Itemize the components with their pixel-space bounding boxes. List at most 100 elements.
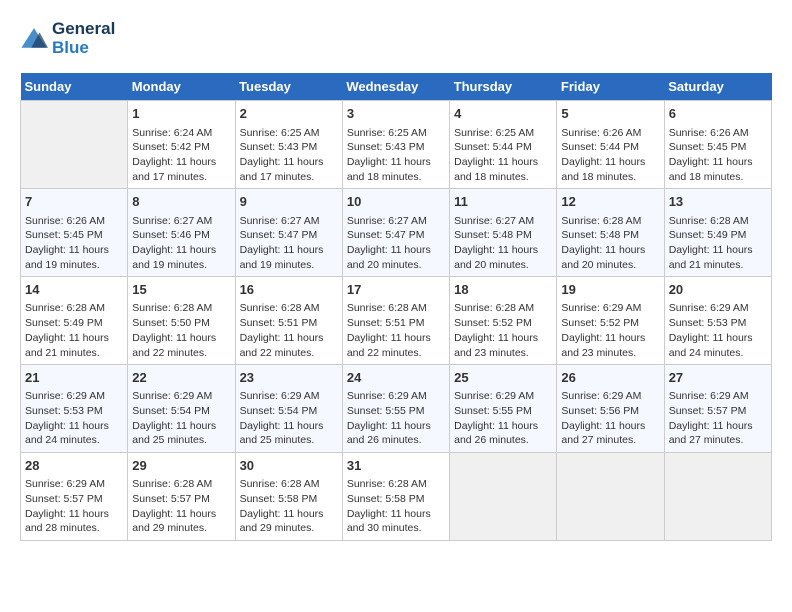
- calendar-cell: 4 Sunrise: 6:25 AM Sunset: 5:44 PM Dayli…: [450, 101, 557, 189]
- calendar-cell: [664, 453, 771, 541]
- day-number: 23: [240, 369, 338, 387]
- sunset-time: 5:43 PM: [278, 141, 317, 153]
- sunset-label: Sunset:: [669, 405, 708, 417]
- calendar-cell: 15 Sunrise: 6:28 AM Sunset: 5:50 PM Dayl…: [128, 277, 235, 365]
- sunset-label: Sunset:: [347, 405, 386, 417]
- sunrise-label: Sunrise:: [347, 302, 388, 314]
- sunrise-time: 6:29 AM: [603, 390, 642, 402]
- sunset-label: Sunset:: [561, 405, 600, 417]
- sunset-label: Sunset:: [132, 141, 171, 153]
- day-number: 25: [454, 369, 552, 387]
- sunset-label: Sunset:: [454, 405, 493, 417]
- sunset-time: 5:46 PM: [171, 229, 210, 241]
- calendar-cell: 9 Sunrise: 6:27 AM Sunset: 5:47 PM Dayli…: [235, 189, 342, 277]
- sunset-time: 5:55 PM: [385, 405, 424, 417]
- sunrise-time: 6:29 AM: [496, 390, 535, 402]
- daylight-label: Daylight: 11 hours and 27 minutes.: [561, 420, 645, 447]
- calendar-cell: 8 Sunrise: 6:27 AM Sunset: 5:46 PM Dayli…: [128, 189, 235, 277]
- week-row-3: 14 Sunrise: 6:28 AM Sunset: 5:49 PM Dayl…: [21, 277, 772, 365]
- sunset-time: 5:42 PM: [171, 141, 210, 153]
- sunset-label: Sunset:: [454, 317, 493, 329]
- sunset-label: Sunset:: [347, 493, 386, 505]
- sunset-time: 5:53 PM: [64, 405, 103, 417]
- sunset-label: Sunset:: [132, 493, 171, 505]
- calendar-cell: 26 Sunrise: 6:29 AM Sunset: 5:56 PM Dayl…: [557, 365, 664, 453]
- weekday-header-row: SundayMondayTuesdayWednesdayThursdayFrid…: [21, 73, 772, 101]
- daylight-label: Daylight: 11 hours and 23 minutes.: [561, 332, 645, 359]
- sunrise-label: Sunrise:: [240, 127, 281, 139]
- day-info: Sunrise: 6:28 AM Sunset: 5:58 PM Dayligh…: [347, 477, 445, 536]
- sunset-label: Sunset:: [240, 317, 279, 329]
- sunset-label: Sunset:: [240, 229, 279, 241]
- sunset-time: 5:48 PM: [600, 229, 639, 241]
- day-info: Sunrise: 6:27 AM Sunset: 5:46 PM Dayligh…: [132, 214, 230, 273]
- weekday-header-tuesday: Tuesday: [235, 73, 342, 101]
- week-row-1: 1 Sunrise: 6:24 AM Sunset: 5:42 PM Dayli…: [21, 101, 772, 189]
- sunrise-time: 6:29 AM: [710, 302, 749, 314]
- sunset-time: 5:49 PM: [707, 229, 746, 241]
- sunrise-time: 6:27 AM: [388, 215, 427, 227]
- sunrise-label: Sunrise:: [347, 478, 388, 490]
- sunrise-time: 6:26 AM: [66, 215, 105, 227]
- sunrise-time: 6:28 AM: [388, 478, 427, 490]
- day-number: 18: [454, 281, 552, 299]
- day-number: 12: [561, 193, 659, 211]
- daylight-label: Daylight: 11 hours and 23 minutes.: [454, 332, 538, 359]
- sunset-time: 5:44 PM: [600, 141, 639, 153]
- day-info: Sunrise: 6:26 AM Sunset: 5:44 PM Dayligh…: [561, 126, 659, 185]
- day-number: 14: [25, 281, 123, 299]
- weekday-header-thursday: Thursday: [450, 73, 557, 101]
- sunrise-label: Sunrise:: [454, 215, 495, 227]
- daylight-label: Daylight: 11 hours and 20 minutes.: [561, 244, 645, 271]
- daylight-label: Daylight: 11 hours and 18 minutes.: [669, 156, 753, 183]
- day-info: Sunrise: 6:26 AM Sunset: 5:45 PM Dayligh…: [25, 214, 123, 273]
- sunset-label: Sunset:: [347, 141, 386, 153]
- daylight-label: Daylight: 11 hours and 18 minutes.: [347, 156, 431, 183]
- sunset-time: 5:49 PM: [64, 317, 103, 329]
- sunrise-time: 6:29 AM: [388, 390, 427, 402]
- sunset-time: 5:54 PM: [171, 405, 210, 417]
- day-info: Sunrise: 6:28 AM Sunset: 5:57 PM Dayligh…: [132, 477, 230, 536]
- sunrise-time: 6:28 AM: [174, 478, 213, 490]
- daylight-label: Daylight: 11 hours and 29 minutes.: [240, 508, 324, 535]
- sunrise-label: Sunrise:: [669, 127, 710, 139]
- day-number: 17: [347, 281, 445, 299]
- sunrise-label: Sunrise:: [132, 390, 173, 402]
- calendar-cell: 17 Sunrise: 6:28 AM Sunset: 5:51 PM Dayl…: [342, 277, 449, 365]
- daylight-label: Daylight: 11 hours and 22 minutes.: [132, 332, 216, 359]
- calendar-cell: 2 Sunrise: 6:25 AM Sunset: 5:43 PM Dayli…: [235, 101, 342, 189]
- daylight-label: Daylight: 11 hours and 22 minutes.: [347, 332, 431, 359]
- sunset-label: Sunset:: [240, 405, 279, 417]
- sunrise-time: 6:29 AM: [66, 390, 105, 402]
- sunrise-time: 6:29 AM: [174, 390, 213, 402]
- sunset-time: 5:57 PM: [64, 493, 103, 505]
- day-info: Sunrise: 6:28 AM Sunset: 5:49 PM Dayligh…: [669, 214, 767, 273]
- sunrise-time: 6:25 AM: [496, 127, 535, 139]
- sunrise-label: Sunrise:: [347, 390, 388, 402]
- day-number: 8: [132, 193, 230, 211]
- day-number: 15: [132, 281, 230, 299]
- day-info: Sunrise: 6:28 AM Sunset: 5:51 PM Dayligh…: [240, 301, 338, 360]
- day-number: 27: [669, 369, 767, 387]
- sunset-label: Sunset:: [132, 229, 171, 241]
- sunrise-time: 6:29 AM: [281, 390, 320, 402]
- sunrise-time: 6:28 AM: [496, 302, 535, 314]
- day-info: Sunrise: 6:29 AM Sunset: 5:54 PM Dayligh…: [132, 389, 230, 448]
- day-info: Sunrise: 6:28 AM Sunset: 5:49 PM Dayligh…: [25, 301, 123, 360]
- day-number: 21: [25, 369, 123, 387]
- daylight-label: Daylight: 11 hours and 19 minutes.: [240, 244, 324, 271]
- day-number: 20: [669, 281, 767, 299]
- weekday-header-sunday: Sunday: [21, 73, 128, 101]
- calendar-cell: 28 Sunrise: 6:29 AM Sunset: 5:57 PM Dayl…: [21, 453, 128, 541]
- calendar-cell: 6 Sunrise: 6:26 AM Sunset: 5:45 PM Dayli…: [664, 101, 771, 189]
- calendar-cell: 29 Sunrise: 6:28 AM Sunset: 5:57 PM Dayl…: [128, 453, 235, 541]
- sunset-label: Sunset:: [454, 229, 493, 241]
- calendar-cell: 24 Sunrise: 6:29 AM Sunset: 5:55 PM Dayl…: [342, 365, 449, 453]
- weekday-header-wednesday: Wednesday: [342, 73, 449, 101]
- sunrise-label: Sunrise:: [132, 478, 173, 490]
- day-info: Sunrise: 6:29 AM Sunset: 5:57 PM Dayligh…: [25, 477, 123, 536]
- daylight-label: Daylight: 11 hours and 19 minutes.: [132, 244, 216, 271]
- sunset-label: Sunset:: [561, 229, 600, 241]
- calendar-cell: 12 Sunrise: 6:28 AM Sunset: 5:48 PM Dayl…: [557, 189, 664, 277]
- day-number: 4: [454, 105, 552, 123]
